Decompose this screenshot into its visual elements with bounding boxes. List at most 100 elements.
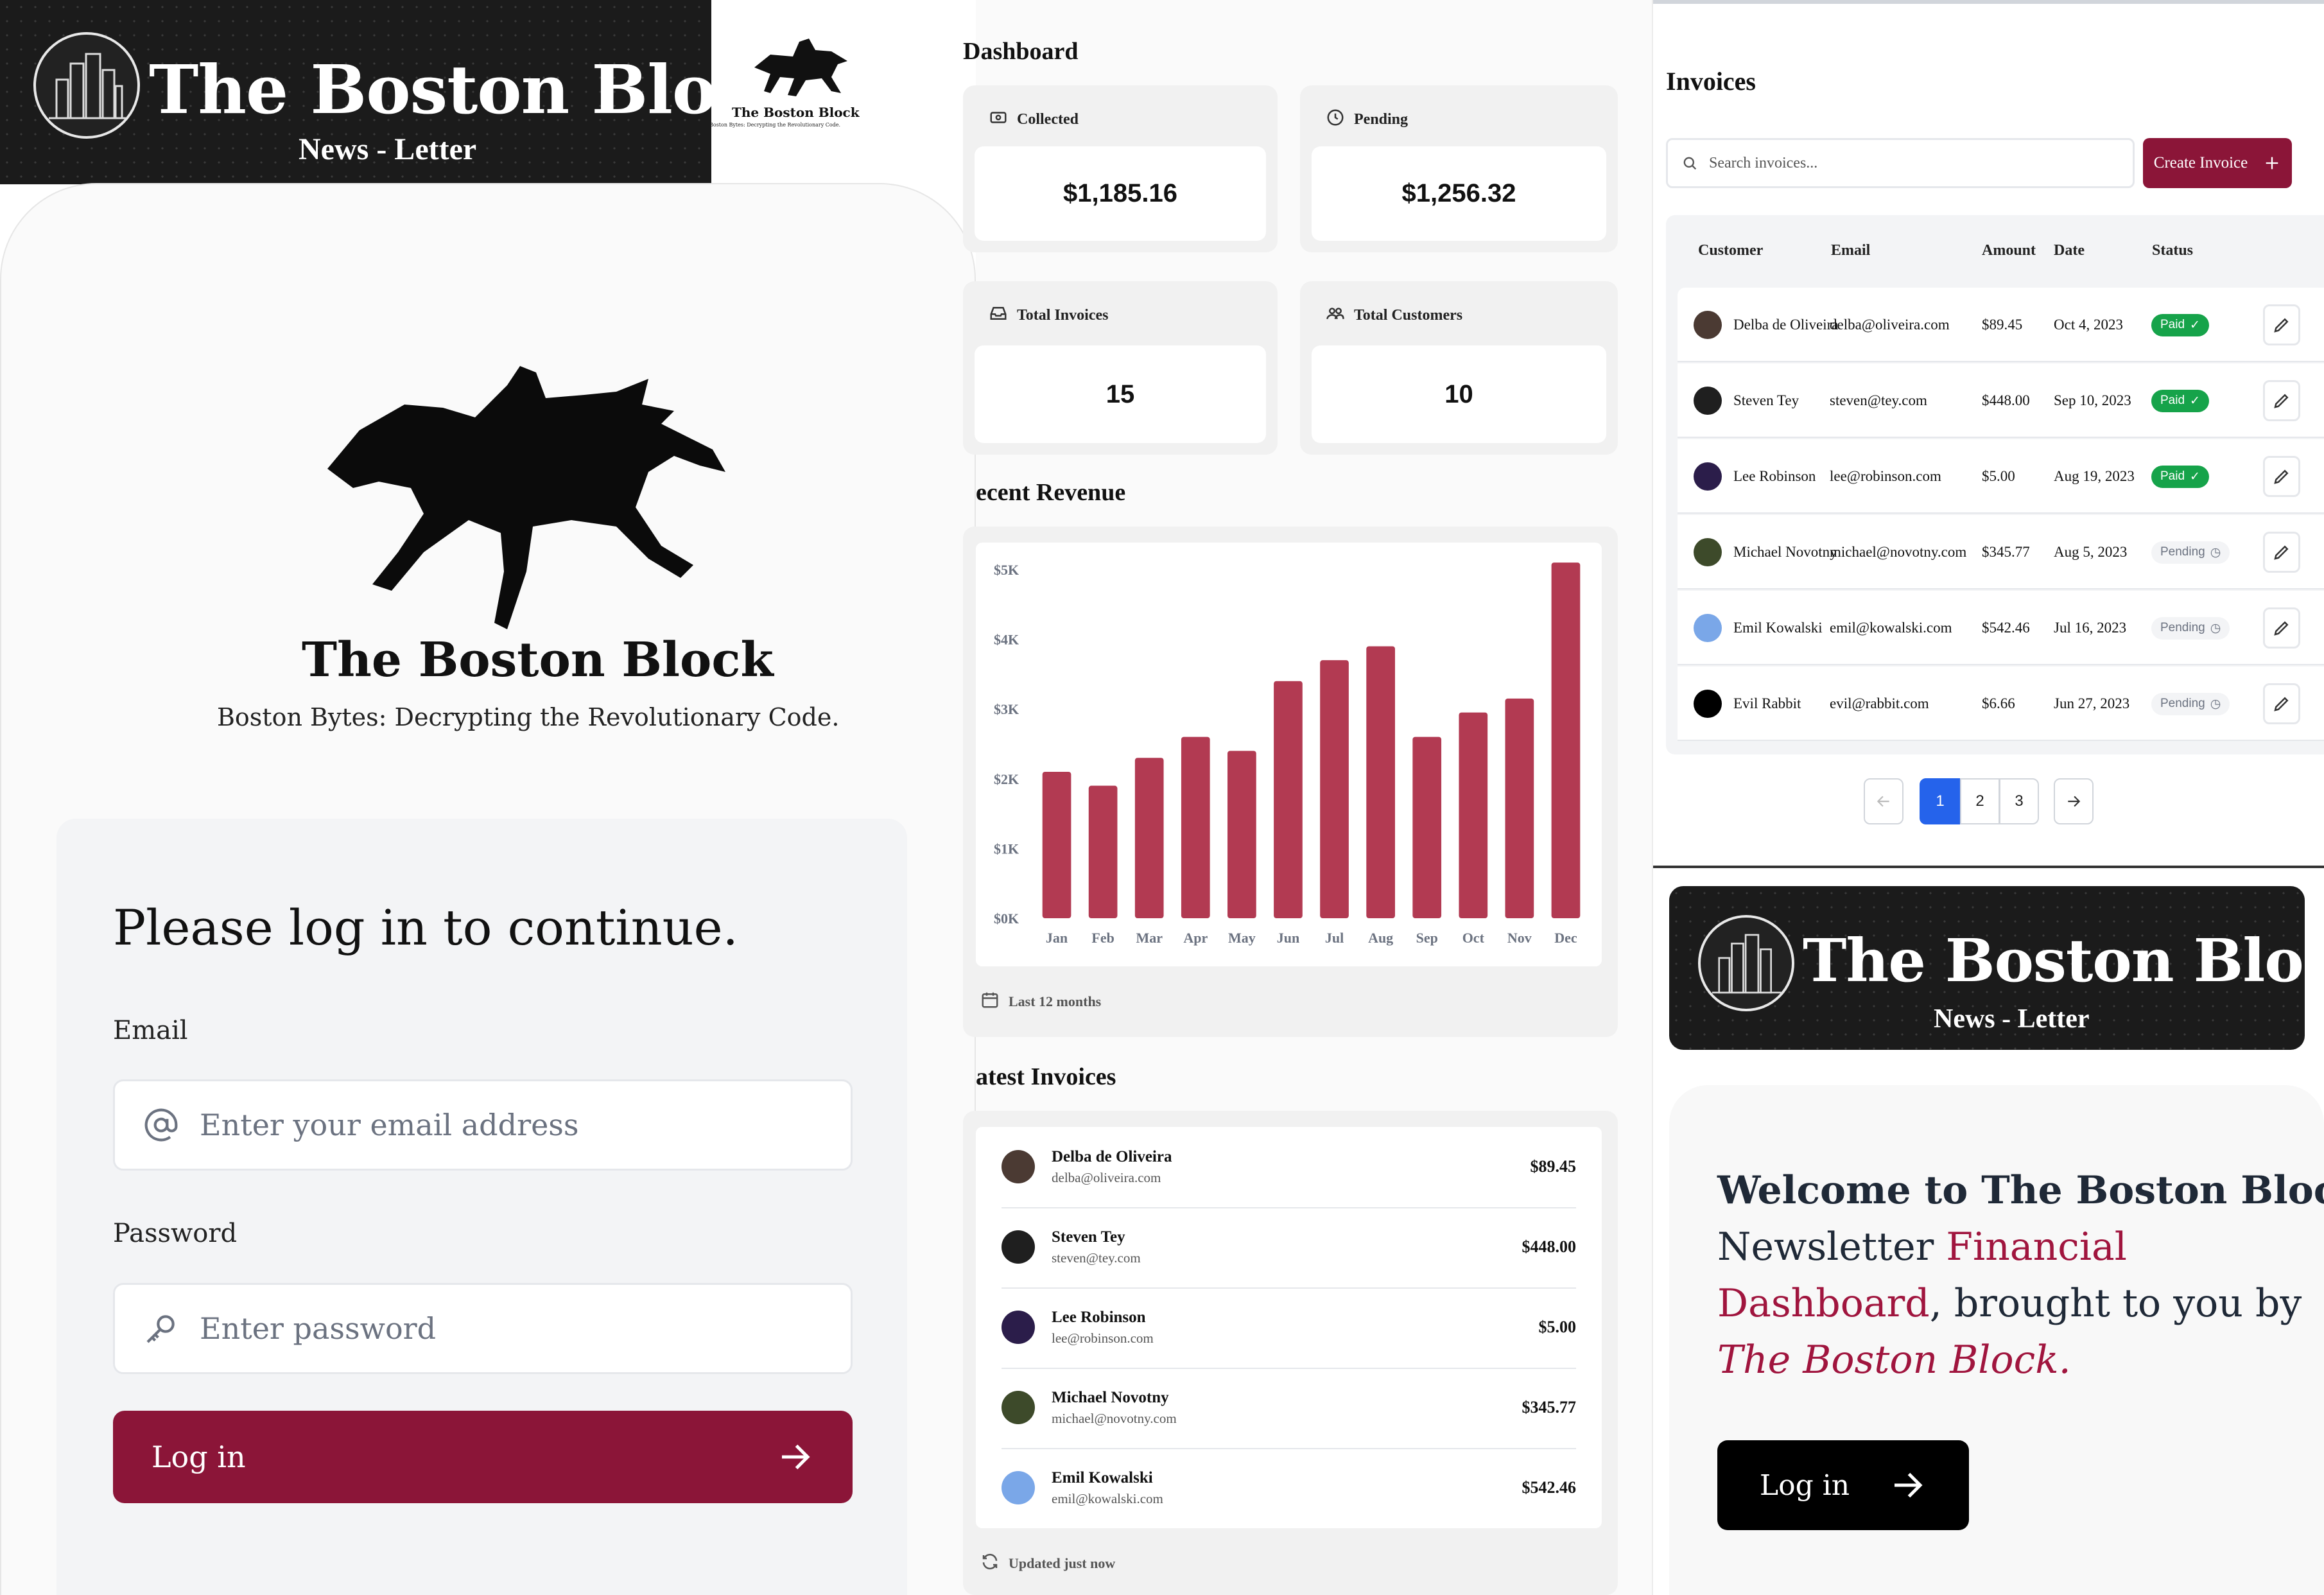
- bar-sep: [1412, 736, 1442, 918]
- stat-value: $1,185.16: [975, 146, 1266, 241]
- welcome-login-button[interactable]: Log in: [1717, 1440, 1969, 1530]
- customer-name: Delba de Oliveira: [1733, 317, 1839, 333]
- customer-email: delba@oliveira.com: [1830, 317, 1950, 333]
- check-icon: ✓: [2190, 394, 2200, 408]
- invoice-date: Aug 5, 2023: [2054, 544, 2128, 560]
- customer-name: Evil Rabbit: [1733, 695, 1801, 711]
- list-item-email: lee@robinson.com: [1052, 1330, 1154, 1346]
- password-label: Password: [113, 1219, 238, 1248]
- bar-jan: [1042, 771, 1071, 918]
- pencil-icon: [2274, 469, 2289, 484]
- email-label: Email: [113, 1016, 188, 1045]
- login-brand-title: The Boston Block: [302, 632, 774, 688]
- table-row[interactable]: Emil Kowalski emil@kowalski.com $542.46 …: [1678, 591, 2324, 665]
- x-tick-label: Nov: [1507, 930, 1532, 946]
- table-row[interactable]: Delba de Oliveira delba@oliveira.com $89…: [1678, 288, 2324, 362]
- revenue-footer: Last 12 months: [980, 990, 1101, 1013]
- table-row[interactable]: Steven Tey steven@tey.com $448.00 Sep 10…: [1678, 363, 2324, 438]
- invoices-title: Invoices: [1666, 67, 1756, 96]
- list-item[interactable]: Michael Novotny michael@novotny.com $345…: [976, 1368, 1602, 1447]
- avatar: [1002, 1311, 1035, 1344]
- horse-rider-icon: [754, 39, 847, 96]
- list-item-amount: $345.77: [1522, 1398, 1577, 1416]
- avatar: [1694, 690, 1722, 718]
- password-field[interactable]: Enter password: [113, 1283, 853, 1374]
- check-icon: ✓: [2190, 469, 2200, 484]
- pagination-page-2[interactable]: 2: [1960, 778, 2000, 824]
- list-item[interactable]: Delba de Oliveira delba@oliveira.com $89…: [976, 1127, 1602, 1207]
- edit-button[interactable]: [2263, 532, 2300, 573]
- list-item-amount: $5.00: [1538, 1318, 1577, 1336]
- edit-button[interactable]: [2263, 683, 2300, 724]
- invoice-amount: $448.00: [1982, 392, 2030, 408]
- header-banner: The Boston Block News - Letter: [0, 0, 802, 184]
- plus-icon: [2266, 157, 2278, 170]
- list-item-name: Michael Novotny: [1052, 1388, 1169, 1406]
- small-logo-title: The Boston Block: [732, 105, 860, 120]
- latest-invoices-heading: atest Invoices: [976, 1063, 1116, 1090]
- bar-jul: [1320, 660, 1349, 918]
- y-tick-label: $3K: [994, 701, 1019, 717]
- invoice-amount: $5.00: [1982, 468, 2015, 484]
- search-placeholder: Search invoices...: [1709, 154, 1818, 171]
- list-item[interactable]: Steven Tey steven@tey.com $448.00: [976, 1207, 1602, 1287]
- avatar: [1694, 614, 1722, 642]
- search-input[interactable]: Search invoices...: [1666, 138, 2135, 188]
- stat-label: Pending: [1354, 111, 1409, 128]
- edit-button[interactable]: [2263, 304, 2300, 345]
- pagination-next[interactable]: [2054, 778, 2094, 824]
- customer-email: evil@rabbit.com: [1830, 695, 1929, 711]
- pagination-page-3[interactable]: 3: [1999, 778, 2039, 824]
- bar-aug: [1366, 646, 1395, 918]
- arrow-left-icon: [1877, 796, 1889, 807]
- edit-button[interactable]: [2263, 607, 2300, 649]
- list-item-name: Steven Tey: [1052, 1228, 1125, 1246]
- list-item[interactable]: Lee Robinson lee@robinson.com $5.00: [976, 1287, 1602, 1367]
- pencil-icon: [2274, 394, 2289, 408]
- list-item[interactable]: Emil Kowalski emil@kowalski.com $542.46: [976, 1448, 1602, 1528]
- invoice-date: Aug 19, 2023: [2054, 468, 2135, 484]
- x-tick-label: Sep: [1416, 930, 1438, 946]
- table-row[interactable]: Evil Rabbit evil@rabbit.com $6.66 Jun 27…: [1678, 667, 2324, 741]
- latest-invoices-list: Delba de Oliveira delba@oliveira.com $89…: [976, 1127, 1602, 1528]
- x-tick-label: Feb: [1091, 930, 1114, 946]
- list-item-name: Lee Robinson: [1052, 1308, 1146, 1326]
- stat-card-total-customers: Total Customers 10: [1300, 281, 1618, 455]
- column-header: Amount: [1982, 242, 2036, 259]
- revenue-footer-text: Last 12 months: [1009, 993, 1102, 1009]
- invoice-amount: $542.46: [1982, 620, 2030, 636]
- users-icon: [1326, 304, 1345, 327]
- create-invoice-button[interactable]: Create Invoice: [2143, 138, 2292, 188]
- check-icon: ✓: [2190, 318, 2200, 332]
- y-tick-label: $5K: [994, 562, 1019, 578]
- edit-button[interactable]: [2263, 380, 2300, 421]
- small-logo: The Boston Block Boston Bytes: Decryptin…: [709, 32, 863, 135]
- table-row[interactable]: Lee Robinson lee@robinson.com $5.00 Aug …: [1678, 439, 2324, 514]
- invoice-amount: $345.77: [1982, 544, 2030, 560]
- bar-apr: [1181, 736, 1210, 918]
- welcome-line-3b: , brought to you by: [1929, 1281, 2302, 1326]
- email-field[interactable]: Enter your email address: [113, 1079, 853, 1171]
- pencil-icon: [2274, 545, 2289, 560]
- login-button[interactable]: Log in: [113, 1411, 853, 1503]
- revenue-chart: $0K $1K $2K $3K $4K $5K Jan Feb Mar Apr May Jun Jul A…: [994, 562, 1581, 946]
- bar-mar: [1134, 758, 1164, 918]
- edit-button[interactable]: [2263, 456, 2300, 497]
- x-tick-label: Aug: [1368, 930, 1393, 946]
- dashboard-title: Dashboard: [963, 38, 1079, 65]
- x-tick-label: Mar: [1136, 930, 1163, 946]
- stat-card-collected: Collected $1,185.16: [963, 85, 1278, 252]
- table-row[interactable]: Michael Novotny michael@novotny.com $345…: [1678, 515, 2324, 589]
- customer-email: michael@novotny.com: [1830, 544, 1967, 560]
- stat-card-pending: Pending $1,256.32: [1300, 85, 1618, 252]
- pagination-prev[interactable]: [1864, 778, 1903, 824]
- list-item-amount: $89.45: [1530, 1157, 1577, 1176]
- list-item-name: Delba de Oliveira: [1052, 1147, 1172, 1165]
- key-icon: [142, 1311, 180, 1347]
- clock-icon: ◷: [2210, 545, 2221, 559]
- list-item-amount: $448.00: [1522, 1237, 1577, 1256]
- list-item-amount: $542.46: [1522, 1478, 1577, 1497]
- stat-card-total-invoices: Total Invoices 15: [963, 281, 1278, 455]
- list-item-email: emil@kowalski.com: [1052, 1490, 1163, 1506]
- pagination-page-1[interactable]: 1: [1920, 778, 1961, 824]
